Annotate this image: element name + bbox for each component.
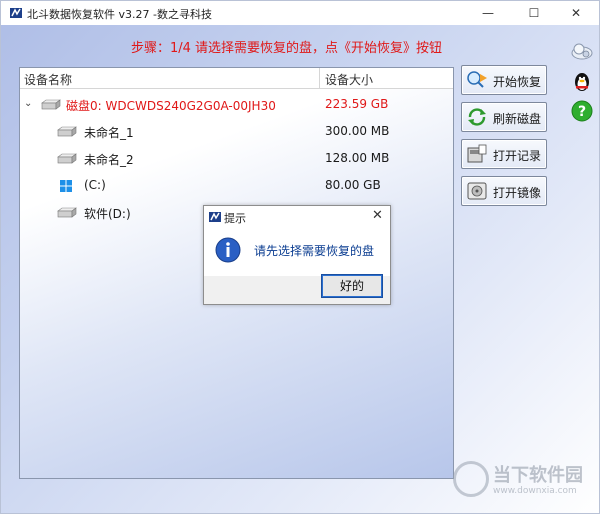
- open-image-label: 打开镜像: [493, 186, 542, 200]
- open-image-button[interactable]: 打开镜像: [461, 176, 547, 206]
- maximize-button[interactable]: ☐: [511, 1, 557, 25]
- tree-row-partition-1[interactable]: 未命名_1 300.00 MB: [20, 121, 453, 143]
- watermark-text: 当下软件园: [493, 465, 583, 486]
- dialog-title: 提示: [224, 212, 246, 225]
- drive-icon: [57, 207, 77, 218]
- start-recovery-label: 开始恢复: [493, 75, 542, 89]
- windows-logo-icon: [60, 180, 72, 192]
- tree-row-drive-c[interactable]: (C:) 80.00 GB: [20, 175, 453, 197]
- column-divider[interactable]: [319, 68, 320, 88]
- open-log-button[interactable]: 打开记录: [461, 139, 547, 169]
- app-logo-icon: [209, 212, 221, 222]
- refresh-icon: [468, 108, 486, 126]
- app-logo-icon: [10, 8, 22, 18]
- drive-log-icon: [467, 144, 487, 163]
- chevron-down-icon[interactable]: ⌄: [24, 98, 32, 109]
- tree-row-name: (C:): [84, 178, 106, 192]
- drive-icon: [57, 153, 77, 164]
- watermark-logo-icon: [453, 461, 489, 497]
- info-icon: [215, 237, 241, 263]
- qq-penguin-icon[interactable]: [570, 69, 594, 93]
- tree-row-name: 未命名_1: [84, 126, 134, 140]
- ok-button[interactable]: 好的: [321, 274, 383, 298]
- step-instruction: 步骤：1/4 请选择需要恢复的盘，点《开始恢复》按钮: [131, 41, 443, 56]
- dialog-title-bar: 提示 ✕: [204, 206, 390, 228]
- close-button[interactable]: ✕: [553, 1, 599, 25]
- prompt-dialog: 提示 ✕ 请先选择需要恢复的盘 好的: [203, 205, 391, 305]
- column-header-name[interactable]: 设备名称: [24, 71, 72, 88]
- start-recovery-button[interactable]: 开始恢复: [461, 65, 547, 95]
- watermark-url: www.downxia.com: [493, 486, 577, 496]
- minimize-button[interactable]: —: [465, 1, 511, 25]
- tree-row-size: 223.59 GB: [325, 97, 389, 111]
- app-window: 北斗数据恢复软件 v3.27 -数之寻科技 — ☐ ✕ 步骤：1/4 请选择需要…: [0, 0, 600, 514]
- column-header-size[interactable]: 设备大小: [325, 71, 373, 88]
- right-toolbar: ?: [566, 31, 598, 131]
- help-icon[interactable]: ?: [570, 99, 594, 123]
- tree-row-name: 软件(D:): [84, 207, 131, 221]
- tree-row-disk0[interactable]: ⌄ 磁盘0: WDCWDS240G2G0A-00JH30 223.59 GB: [20, 94, 453, 116]
- tree-row-name: 磁盘0: WDCWDS240G2G0A-00JH30: [66, 99, 276, 113]
- tree-row-name: 未命名_2: [84, 153, 134, 167]
- hard-disk-icon: [41, 99, 61, 110]
- open-log-label: 打开记录: [493, 149, 542, 163]
- cloud-settings-icon[interactable]: [570, 39, 594, 63]
- tree-row-size: 80.00 GB: [325, 178, 381, 192]
- tree-row-partition-2[interactable]: 未命名_2 128.00 MB: [20, 148, 453, 170]
- refresh-disk-label: 刷新磁盘: [493, 112, 542, 126]
- svg-text:?: ?: [578, 104, 586, 120]
- disk-image-icon: [467, 182, 487, 200]
- tree-row-size: 128.00 MB: [325, 151, 390, 165]
- tree-header: 设备名称 设备大小: [20, 68, 453, 89]
- watermark: 当下软件园 www.downxia.com: [453, 459, 593, 507]
- dialog-body: 请先选择需要恢复的盘: [204, 228, 390, 276]
- tree-row-size: 300.00 MB: [325, 124, 390, 138]
- dialog-close-button[interactable]: ✕: [372, 208, 383, 223]
- title-bar: 北斗数据恢复软件 v3.27 -数之寻科技 — ☐ ✕: [1, 1, 599, 25]
- drive-icon: [57, 126, 77, 137]
- dialog-message: 请先选择需要恢复的盘: [254, 244, 375, 258]
- window-title: 北斗数据恢复软件 v3.27 -数之寻科技: [27, 8, 212, 21]
- refresh-disk-button[interactable]: 刷新磁盘: [461, 102, 547, 132]
- search-play-icon: [467, 71, 487, 88]
